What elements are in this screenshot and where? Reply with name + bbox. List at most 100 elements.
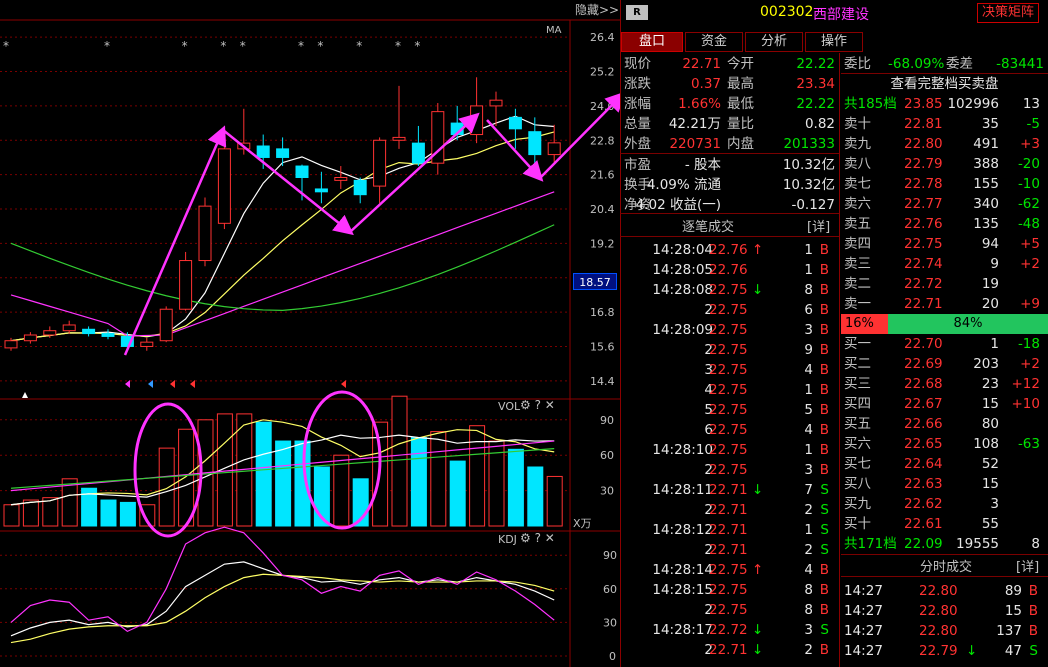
level-change: +10 bbox=[1011, 396, 1041, 412]
vol-settings-icon[interactable]: ⚙ ? ✕ bbox=[520, 398, 555, 412]
candle-body bbox=[411, 142, 425, 164]
trade-row: 14:28:11 22.71 ↓ 7 S bbox=[620, 480, 839, 500]
orderbook-row[interactable]: 买四 22.67 15 +10 bbox=[841, 394, 1048, 414]
quote-row: 总量 42.21万 量比 0.82 bbox=[620, 114, 839, 134]
orderbook-row[interactable]: 买九 22.62 3 bbox=[841, 494, 1048, 514]
orderbook-row[interactable]: 买五 22.66 80 bbox=[841, 414, 1048, 434]
quote-row: 净资 4.02 收益(一) -0.127 bbox=[620, 195, 839, 215]
candle-body bbox=[62, 324, 76, 332]
orderbook-row[interactable]: 卖七 22.78 155 -10 bbox=[841, 174, 1048, 194]
trade-row: 14:28:04 22.76 ↑ 1 B bbox=[620, 240, 839, 260]
orderbook-row[interactable]: 卖六 22.77 340 -62 bbox=[841, 194, 1048, 214]
trade-side: S bbox=[820, 542, 829, 558]
level-volume: 20 bbox=[981, 296, 999, 312]
candle-body bbox=[489, 99, 503, 107]
orderbook-row[interactable]: 卖四 22.75 94 +5 bbox=[841, 234, 1048, 254]
orderbook-row[interactable]: 买三 22.68 23 +12 bbox=[841, 374, 1048, 394]
tab-zijin[interactable]: 资金 bbox=[685, 32, 743, 52]
trade-time: 14:28:05 bbox=[652, 262, 713, 278]
trade-arrow-icon: ↓ bbox=[752, 282, 764, 298]
level-volume: 388 bbox=[973, 156, 999, 172]
star-marker: * bbox=[356, 39, 362, 53]
level-change: +9 bbox=[1020, 296, 1040, 312]
fenshi-time: 14:27 bbox=[844, 643, 883, 659]
candle-body bbox=[43, 330, 57, 336]
volume-bar bbox=[469, 425, 486, 527]
orderbook-row[interactable]: 买六 22.65 108 -63 bbox=[841, 434, 1048, 454]
trade-price: 22.72 bbox=[709, 622, 748, 638]
trade-time: 14:28:08 bbox=[652, 282, 713, 298]
orderbook-row[interactable]: 卖二 22.72 19 bbox=[841, 274, 1048, 294]
ticks-detail-link[interactable]: [详] bbox=[807, 216, 830, 235]
level-volume: 80 bbox=[981, 416, 999, 432]
tab-fenxi[interactable]: 分析 bbox=[745, 32, 803, 52]
view-full-orderbook-link[interactable]: 查看完整档买卖盘 bbox=[841, 74, 1048, 94]
decision-matrix-button[interactable]: 决策矩阵 bbox=[977, 3, 1039, 23]
orderbook-row[interactable]: 卖九 22.80 491 +3 bbox=[841, 134, 1048, 154]
orderbook-row[interactable]: 卖十 22.81 35 -5 bbox=[841, 114, 1048, 134]
buy-ratio-label: 16% bbox=[845, 316, 874, 331]
level-price: 22.62 bbox=[904, 496, 943, 512]
quote-value: 10.32亿 bbox=[782, 157, 835, 173]
fenshi-row: 14:27 22.80 15 B bbox=[841, 601, 1048, 621]
volume-bar bbox=[410, 437, 427, 527]
trade-volume: 4 bbox=[804, 422, 813, 438]
level-price: 22.65 bbox=[904, 436, 943, 452]
ask-total-row: 共185档 23.85 102996 13 bbox=[841, 94, 1048, 114]
quote-label: 今开 bbox=[727, 56, 754, 72]
price-tick-label: 25.2 bbox=[590, 66, 615, 79]
orderbook-row[interactable]: 卖五 22.76 135 -48 bbox=[841, 214, 1048, 234]
level-volume: 15 bbox=[981, 476, 999, 492]
weibi-value: -68.09% bbox=[888, 56, 945, 72]
quote-value: 220731 bbox=[669, 136, 721, 152]
kdj-tick-label: 0 bbox=[609, 650, 616, 663]
trade-side: S bbox=[820, 482, 829, 498]
level-label: 卖九 bbox=[844, 136, 871, 152]
weicha-value: -83441 bbox=[996, 56, 1044, 72]
tab-pankou[interactable]: 盘口 bbox=[621, 32, 683, 52]
orderbook-row[interactable]: 买一 22.70 1 -18 bbox=[841, 334, 1048, 354]
volume-bar bbox=[3, 504, 20, 527]
orderbook-row[interactable]: 买二 22.69 203 +2 bbox=[841, 354, 1048, 374]
fenshi-detail-link[interactable]: [详] bbox=[1016, 556, 1039, 575]
divider bbox=[841, 554, 1048, 555]
quote-label: 涨跌 bbox=[624, 76, 651, 92]
level-volume: 52 bbox=[981, 456, 999, 472]
weicha-label: 委差 bbox=[946, 56, 973, 72]
signal-marker bbox=[22, 392, 28, 398]
orderbook-row[interactable]: 卖三 22.74 9 +2 bbox=[841, 254, 1048, 274]
level-volume: 203 bbox=[973, 356, 999, 372]
level-change: -62 bbox=[1017, 196, 1040, 212]
tab-caozuo[interactable]: 操作 bbox=[805, 32, 863, 52]
current-price-tag: 18.57 bbox=[573, 273, 617, 290]
level-label: 买五 bbox=[844, 416, 871, 432]
fenshi-volume: 15 bbox=[1004, 603, 1022, 619]
price-tick-label: 15.6 bbox=[590, 340, 615, 353]
trade-row: 14:28:08 22.75 ↓ 8 B bbox=[620, 280, 839, 300]
orderbook-row[interactable]: 卖八 22.79 388 -20 bbox=[841, 154, 1048, 174]
orderbook-row[interactable]: 买八 22.63 15 bbox=[841, 474, 1048, 494]
ask-total-label: 共185档 bbox=[844, 96, 897, 112]
trade-time: 14:28:10 bbox=[652, 442, 713, 458]
level-price: 22.66 bbox=[904, 416, 943, 432]
level-label: 买七 bbox=[844, 456, 871, 472]
quote-label: 涨幅 bbox=[624, 96, 651, 112]
kline-chart-area[interactable]: 26.425.224.022.821.620.419.218.016.815.6… bbox=[0, 0, 620, 667]
orderbook-row[interactable]: 买七 22.64 52 bbox=[841, 454, 1048, 474]
trade-side: B bbox=[819, 642, 829, 658]
orderbook-row[interactable]: 买十 22.61 55 bbox=[841, 514, 1048, 534]
trade-volume: 2 bbox=[804, 502, 813, 518]
ask-total-count: 13 bbox=[1022, 96, 1040, 112]
volume-bar bbox=[158, 447, 175, 527]
candle-body bbox=[334, 177, 348, 181]
divider bbox=[841, 576, 1048, 577]
hide-toggle[interactable]: 隐藏>> bbox=[575, 1, 619, 18]
kdj-settings-icon[interactable]: ⚙ ? ✕ bbox=[520, 531, 555, 545]
orderbook-row[interactable]: 卖一 22.71 20 +9 bbox=[841, 294, 1048, 314]
candle-body bbox=[373, 139, 387, 187]
level-change: -5 bbox=[1026, 116, 1040, 132]
trade-row: 14:28:15 22.75 8 B bbox=[620, 580, 839, 600]
level-price: 22.61 bbox=[904, 516, 943, 532]
kline-chart[interactable]: 26.425.224.022.821.620.419.218.016.815.6… bbox=[0, 0, 620, 667]
level-price: 22.71 bbox=[904, 296, 943, 312]
